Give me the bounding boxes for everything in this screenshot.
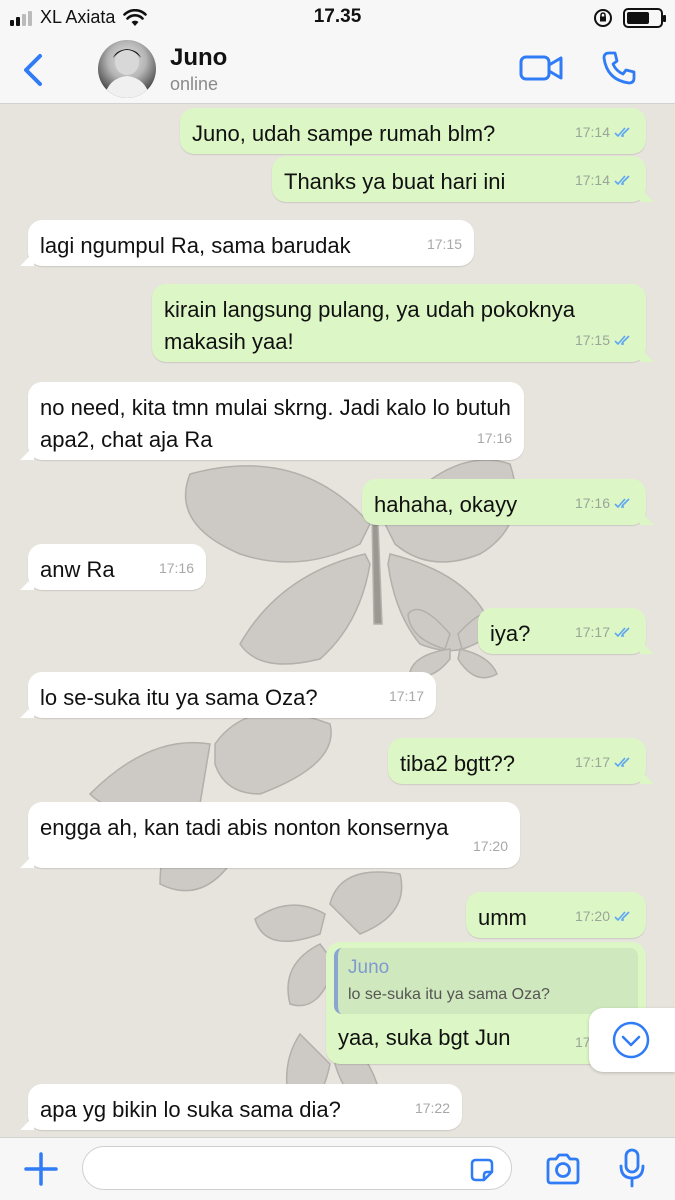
- message-text: tiba2 bgtt??: [400, 751, 515, 776]
- message-text: yaa, suka bgt Jun: [338, 1025, 511, 1050]
- message-text: hahaha, okayy: [374, 492, 518, 517]
- message-text: Thanks ya buat hari ini: [284, 169, 506, 194]
- message-outgoing[interactable]: umm 17:20: [466, 892, 646, 938]
- microphone-icon[interactable]: [618, 1148, 646, 1188]
- message-outgoing[interactable]: iya? 17:17: [478, 608, 654, 654]
- orientation-lock-icon: [594, 9, 612, 27]
- message-outgoing[interactable]: tiba2 bgtt?? 17:17: [388, 738, 654, 784]
- message-text: lo se-suka itu ya sama Oza?: [40, 685, 318, 710]
- message-incoming[interactable]: lagi ngumpul Ra, sama barudak 17:15: [20, 220, 474, 266]
- message-meta: 17:16: [575, 487, 634, 519]
- message-time: 17:14: [574, 172, 610, 188]
- message-incoming[interactable]: engga ah, kan tadi abis nonton konsernya…: [20, 802, 520, 868]
- message-incoming[interactable]: anw Ra 17:16: [20, 544, 206, 590]
- read-ticks-icon: [614, 627, 630, 638]
- message-time: 17:16: [574, 495, 610, 511]
- message-text: kirain langsung pulang, ya udah pokoknya…: [164, 297, 575, 354]
- read-ticks-icon: [614, 335, 630, 346]
- input-bar: [0, 1137, 675, 1200]
- message-outgoing[interactable]: hahaha, okayy 17:16: [362, 479, 654, 525]
- reply-quote[interactable]: Juno lo se-suka itu ya sama Oza?: [334, 948, 638, 1014]
- read-ticks-icon: [614, 127, 630, 138]
- read-ticks-icon: [614, 911, 630, 922]
- plus-icon[interactable]: [22, 1150, 60, 1188]
- message-incoming[interactable]: no need, kita tmn mulai skrng. Jadi kalo…: [20, 382, 524, 460]
- status-time: 17.35: [313, 6, 362, 27]
- message-time: 17:14: [574, 124, 610, 140]
- message-input[interactable]: [82, 1146, 512, 1190]
- message-meta: 17:14: [575, 164, 634, 196]
- sticker-icon[interactable]: [468, 1156, 496, 1184]
- read-ticks-icon: [614, 498, 630, 509]
- message-meta: 17:17: [575, 616, 634, 648]
- message-time: 17:20: [472, 838, 508, 854]
- scroll-to-bottom-button[interactable]: [589, 1008, 675, 1072]
- message-time: 17:15: [574, 332, 610, 348]
- chat-header: Juno online: [0, 36, 675, 104]
- video-call-icon[interactable]: [519, 52, 563, 84]
- message-time: 17:15: [426, 236, 462, 252]
- message-time: 17:20: [574, 908, 610, 924]
- message-text: no need, kita tmn mulai skrng. Jadi kalo…: [40, 395, 511, 452]
- status-bar: XL Axiata 17.35: [0, 0, 675, 36]
- message-text: engga ah, kan tadi abis nonton konsernya: [40, 815, 449, 840]
- message-meta: 17:20: [575, 900, 634, 932]
- message-text: umm: [478, 905, 527, 930]
- message-meta: 17:16: [477, 422, 512, 454]
- message-meta: 17:15: [427, 228, 462, 260]
- status-right: [593, 8, 666, 28]
- read-ticks-icon: [614, 757, 630, 768]
- message-text: apa yg bikin lo suka sama dia?: [40, 1097, 341, 1122]
- message-meta: 17:22: [415, 1092, 450, 1124]
- avatar[interactable]: [98, 40, 156, 98]
- message-outgoing[interactable]: kirain langsung pulang, ya udah pokoknya…: [152, 284, 654, 362]
- phone-icon[interactable]: [601, 50, 637, 86]
- chevron-down-icon: [612, 1021, 650, 1059]
- camera-icon[interactable]: [544, 1152, 582, 1186]
- message-incoming[interactable]: lo se-suka itu ya sama Oza? 17:17: [20, 672, 436, 718]
- chat-area[interactable]: Juno, udah sampe rumah blm? 17:14 Thanks…: [0, 104, 675, 1137]
- message-text: anw Ra: [40, 557, 115, 582]
- message-meta: 17:17: [389, 680, 424, 712]
- message-outgoing[interactable]: Thanks ya buat hari ini 17:14: [272, 156, 654, 202]
- read-ticks-icon: [614, 175, 630, 186]
- message-time: 17:17: [574, 624, 610, 640]
- message-text: lagi ngumpul Ra, sama barudak: [40, 233, 351, 258]
- contact-name[interactable]: Juno: [170, 44, 227, 72]
- contact-status: online: [170, 74, 219, 94]
- message-time: 17:22: [414, 1100, 450, 1116]
- reply-author: Juno: [348, 957, 390, 978]
- message-time: 17:17: [388, 688, 424, 704]
- message-meta: 17:15: [575, 324, 634, 356]
- reply-text: lo se-suka itu ya sama Oza?: [348, 986, 550, 1003]
- message-outgoing[interactable]: Juno, udah sampe rumah blm? 17:14: [180, 108, 646, 154]
- message-meta: 17:17: [575, 746, 634, 778]
- message-time: 17:16: [476, 430, 512, 446]
- battery-icon: [623, 8, 666, 28]
- message-meta: 17:14: [575, 116, 634, 148]
- message-time: 17:16: [158, 560, 194, 576]
- message-meta: 17:20: [473, 830, 508, 862]
- message-meta: 17:16: [159, 552, 194, 584]
- message-time: 17:17: [574, 754, 610, 770]
- back-chevron-icon[interactable]: [18, 50, 50, 90]
- message-text: iya?: [490, 621, 531, 646]
- message-incoming[interactable]: apa yg bikin lo suka sama dia? 17:22: [20, 1084, 462, 1130]
- message-text: Juno, udah sampe rumah blm?: [192, 121, 496, 146]
